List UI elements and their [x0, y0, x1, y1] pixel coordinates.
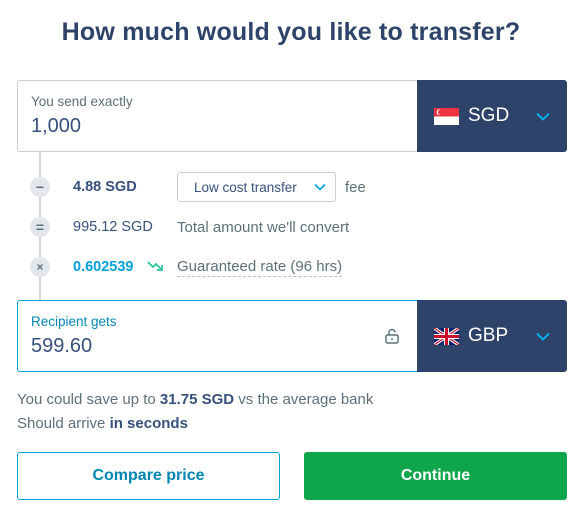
convert-row: = 995.12 SGD Total amount we'll convert	[30, 216, 349, 238]
arrival-text: Should arrive in seconds	[17, 415, 188, 432]
chevron-down-icon	[536, 112, 550, 121]
send-currency-selector[interactable]: SGD	[417, 80, 567, 152]
unlock-icon[interactable]	[385, 328, 399, 344]
fee-row: − 4.88 SGD Low cost transfer fee	[30, 172, 366, 202]
page-title: How much would you like to transfer?	[61, 18, 521, 46]
send-amount-value[interactable]: 1,000	[31, 115, 81, 138]
receive-amount-row: Recipient gets 599.60 GBP	[17, 300, 567, 372]
continue-button[interactable]: Continue	[304, 452, 567, 500]
minus-icon: −	[30, 177, 50, 197]
uk-flag-icon	[434, 327, 459, 345]
send-currency-code: SGD	[468, 105, 510, 126]
guaranteed-rate-link[interactable]: Guaranteed rate (96 hrs)	[177, 258, 343, 277]
fee-amount: 4.88 SGD	[73, 179, 137, 195]
savings-amount: 31.75 SGD	[159, 391, 235, 408]
receive-currency-code: GBP	[468, 325, 509, 346]
fee-suffix: fee	[345, 178, 366, 196]
rate-row: × 0.602539 Guaranteed rate (96 hrs)	[30, 256, 343, 278]
fee-type-label: Low cost transfer	[194, 179, 297, 195]
exchange-rate: 0.602539	[73, 259, 134, 275]
receive-currency-selector[interactable]: GBP	[417, 300, 567, 372]
equals-icon: =	[30, 217, 50, 237]
arrival-time: in seconds	[109, 415, 188, 432]
fee-type-dropdown[interactable]: Low cost transfer	[177, 172, 336, 202]
chevron-down-icon	[536, 332, 550, 341]
times-icon: ×	[30, 257, 50, 277]
compare-price-button[interactable]: Compare price	[17, 452, 280, 500]
trend-down-icon	[147, 261, 163, 271]
convert-amount: 995.12 SGD	[73, 219, 153, 235]
singapore-flag-icon	[434, 107, 459, 125]
receive-amount-field[interactable]: Recipient gets 599.60	[17, 300, 417, 372]
savings-text: You could save up to 31.75 SGD vs the av…	[17, 391, 374, 408]
receive-amount-value[interactable]: 599.60	[31, 335, 92, 358]
send-amount-field[interactable]: You send exactly 1,000	[17, 80, 417, 152]
chevron-down-icon	[314, 183, 326, 191]
send-amount-label: You send exactly	[31, 94, 133, 109]
convert-label: Total amount we'll convert	[177, 218, 350, 236]
send-amount-row: You send exactly 1,000 SGD	[17, 80, 567, 152]
receive-amount-label: Recipient gets	[31, 314, 117, 329]
